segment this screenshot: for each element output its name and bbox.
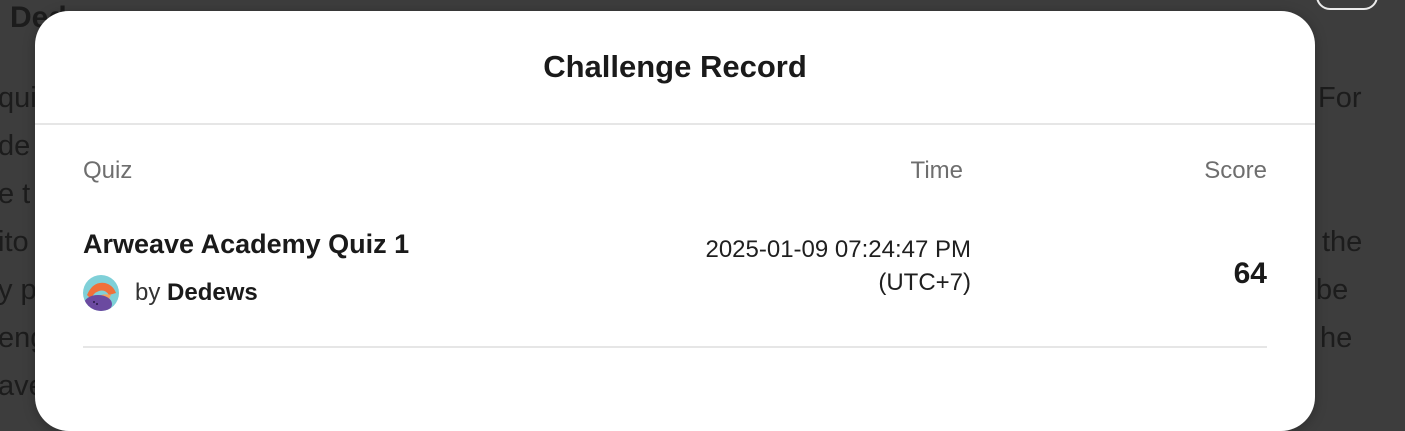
background-text-fragment: he (1320, 322, 1353, 354)
background-text-fragment: the (1322, 226, 1363, 258)
avatar-icon (83, 275, 119, 311)
record-timezone: (UTC+7) (878, 269, 971, 296)
column-header-time: Time (910, 157, 963, 184)
record-time: 2025-01-09 07:24:47 PM (UTC+7) (705, 233, 971, 299)
quiz-title[interactable]: Arweave Academy Quiz 1 (83, 229, 409, 260)
challenge-record-modal: Challenge Record Quiz Time Score Arweave… (35, 11, 1315, 431)
record-datetime: 2025-01-09 07:24:47 PM (705, 236, 971, 263)
background-text-fragment: For (1318, 82, 1362, 114)
author-name[interactable]: Dedews (167, 279, 258, 306)
background-text-fragment: e t (0, 178, 31, 210)
background-text-fragment: ito (0, 226, 29, 258)
background-button (1316, 0, 1378, 10)
column-header-score: Score (1204, 157, 1267, 184)
background-text-fragment: de (0, 130, 31, 162)
background-text-fragment: be (1316, 274, 1349, 306)
by-label: by (135, 279, 161, 306)
column-header-quiz: Quiz (83, 157, 133, 184)
record-score: 64 (1233, 257, 1267, 290)
author-byline: by Dedews (135, 279, 258, 307)
quiz-author: by Dedews (83, 275, 258, 311)
modal-header: Challenge Record (35, 11, 1315, 125)
table-row[interactable]: Arweave Academy Quiz 1 by Dedews 2025-01… (83, 221, 1267, 348)
background-text-fragment: y p (0, 274, 37, 306)
modal-title: Challenge Record (543, 49, 807, 84)
